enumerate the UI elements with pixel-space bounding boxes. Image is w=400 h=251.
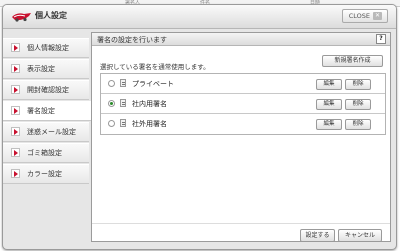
chevron-right-icon [11,127,20,136]
signature-row[interactable]: プライベート 編集 削除 [101,74,385,94]
save-settings-button[interactable]: 設定する [300,229,335,242]
app-logo-icon [12,13,31,22]
signature-radio[interactable] [108,120,115,127]
signature-row[interactable]: 社内用署名 編集 削除 [101,94,385,114]
edit-button[interactable]: 編集 [316,119,342,130]
sidebar-item-label: ゴミ箱設定 [27,149,62,157]
document-icon [120,119,126,127]
close-icon: ✕ [373,12,382,20]
chevron-right-icon [11,85,20,94]
sidebar-item-label: 迷惑メール設定 [27,128,76,136]
sidebar-item-label: 個人情報設定 [27,44,69,52]
sidebar-item-label: カラー設定 [27,170,62,178]
signature-radio[interactable] [108,100,115,107]
delete-button[interactable]: 削除 [345,119,371,130]
sidebar-item-display[interactable]: 表示設定 [3,59,89,79]
edit-button[interactable]: 編集 [316,99,342,110]
sidebar-item-label: 表示設定 [27,65,55,73]
document-icon [120,99,126,107]
chevron-right-icon [11,148,20,157]
sidebar-item-read-receipt[interactable]: 開封確認設定 [3,80,89,100]
sidebar-item-signature[interactable]: 署名設定 [3,101,93,121]
help-button[interactable]: ? [376,34,386,44]
footer-divider [92,223,390,224]
panel-description: 選択している署名を通常使用します。 [100,63,210,71]
panel-title: 署名の設定を行います [97,36,167,44]
signature-name: 社内用署名 [132,100,167,108]
dialog-header: 個人設定 CLOSE ✕ [3,5,396,29]
chevron-right-icon [11,106,20,115]
settings-sidebar: 個人情報設定 表示設定 開封確認設定 署名設定 迷惑メール設定 ゴミ箱設定 カラ… [3,38,93,185]
signature-list: プライベート 編集 削除 社内用署名 編集 削除 社外用署名 編集 削除 [100,73,386,135]
edit-button[interactable]: 編集 [316,79,342,90]
signature-name: プライベート [132,80,174,88]
signature-radio[interactable] [108,80,115,87]
signature-settings-panel: 署名の設定を行います ? 新規署名作成 選択している署名を通常使用します。 プラ… [91,32,391,242]
chevron-right-icon [11,169,20,178]
chevron-right-icon [11,64,20,73]
delete-button[interactable]: 削除 [345,99,371,110]
chevron-right-icon [11,43,20,52]
cancel-button[interactable]: キャンセル [338,229,382,242]
sidebar-item-color[interactable]: カラー設定 [3,164,89,184]
signature-name: 社外用署名 [132,120,167,128]
new-signature-button[interactable]: 新規署名作成 [322,55,383,67]
panel-header: 署名の設定を行います ? [92,33,390,46]
sidebar-item-label: 開封確認設定 [27,86,69,94]
personal-settings-dialog: 個人設定 CLOSE ✕ 個人情報設定 表示設定 開封確認設定 署名設定 迷惑メ… [2,4,397,250]
sidebar-item-label: 署名設定 [27,107,55,115]
sidebar-item-spam[interactable]: 迷惑メール設定 [3,122,89,142]
document-icon [120,79,126,87]
sidebar-item-profile[interactable]: 個人情報設定 [3,38,89,58]
delete-button[interactable]: 削除 [345,79,371,90]
close-button[interactable]: CLOSE ✕ [341,9,388,23]
dialog-title: 個人設定 [35,11,67,20]
signature-row[interactable]: 社外用署名 編集 削除 [101,114,385,134]
sidebar-item-trash[interactable]: ゴミ箱設定 [3,143,89,163]
close-label: CLOSE [348,12,370,20]
